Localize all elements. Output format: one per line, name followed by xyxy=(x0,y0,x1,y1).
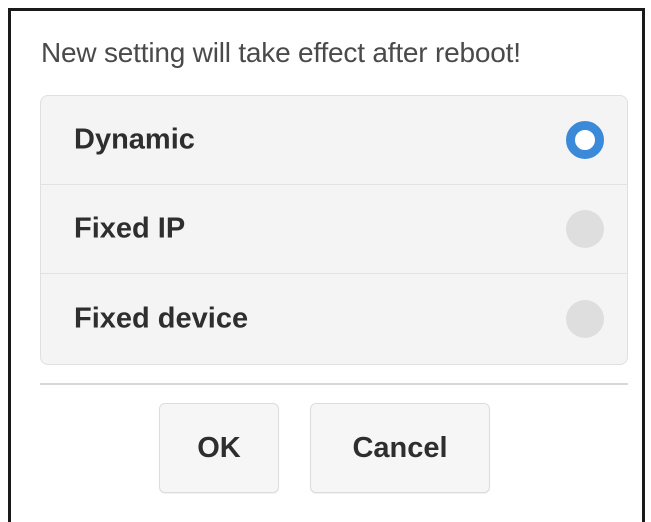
radio-unchecked-icon[interactable] xyxy=(566,299,604,338)
settings-dialog: New setting will take effect after reboo… xyxy=(8,8,645,522)
option-fixed-device[interactable]: Fixed device xyxy=(41,274,627,363)
radio-unchecked-icon[interactable] xyxy=(566,210,604,248)
option-label: Fixed device xyxy=(74,302,249,334)
option-fixed-ip[interactable]: Fixed IP xyxy=(41,185,627,274)
ok-button[interactable]: OK xyxy=(159,403,279,493)
radio-checked-icon[interactable] xyxy=(566,121,604,159)
dialog-message: New setting will take effect after reboo… xyxy=(41,37,521,68)
option-dynamic[interactable]: Dynamic xyxy=(41,96,627,185)
divider xyxy=(40,383,628,385)
option-label: Dynamic xyxy=(74,123,195,156)
option-label: Fixed IP xyxy=(74,212,186,245)
cancel-button[interactable]: Cancel xyxy=(310,403,490,493)
option-list: Dynamic Fixed IP Fixed device xyxy=(40,95,628,365)
